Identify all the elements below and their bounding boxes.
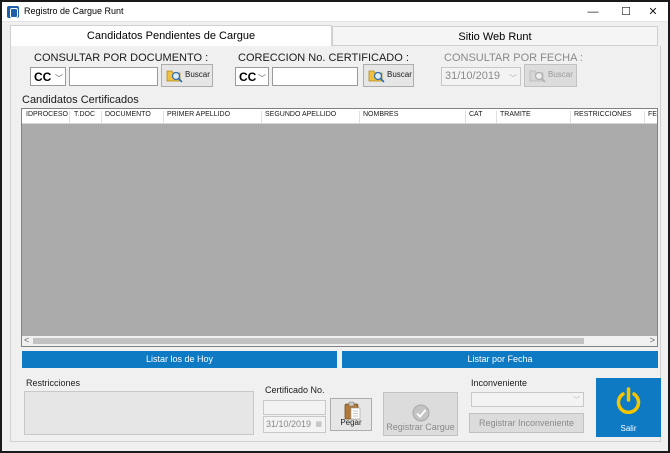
tab-panel: CONSULTAR POR DOCUMENTO : CC ﹀ Buscar CO… xyxy=(10,46,661,442)
buscar-label: Buscar xyxy=(185,70,210,79)
check-circle-icon xyxy=(412,404,430,422)
certificado-input[interactable] xyxy=(272,67,358,86)
calendar-icon: ▦ xyxy=(315,421,322,428)
pegar-button[interactable]: Pegar xyxy=(330,398,372,431)
registrar-inconveniente-button[interactable]: Registrar Inconveniente xyxy=(469,413,584,433)
col-restricciones[interactable]: RESTRICCIONES xyxy=(572,111,645,123)
pegar-label: Pegar xyxy=(340,418,362,427)
fecha-picker[interactable]: 31/10/2019 ﹀ xyxy=(441,67,521,86)
scroll-left-icon[interactable]: < xyxy=(24,335,29,345)
col-fec[interactable]: FEC xyxy=(646,111,657,123)
inconveniente-select[interactable]: ﹀ xyxy=(471,392,584,407)
magnifier-folder-icon xyxy=(368,70,385,83)
minimize-button[interactable]: — xyxy=(578,2,608,22)
chevron-down-icon: ﹀ xyxy=(573,397,580,404)
listar-hoy-button[interactable]: Listar los de Hoy xyxy=(22,351,337,368)
candidatos-grid[interactable]: IDPROCESO T.DOC DOCUMENTO PRIMER APELLID… xyxy=(21,108,658,347)
title-bar: Registro de Cargue Runt — ☐ ✕ xyxy=(2,2,668,22)
correccion-doc-type-select[interactable]: CC ﹀ xyxy=(235,67,269,86)
documento-input[interactable] xyxy=(69,67,158,86)
col-segundo-apellido[interactable]: SEGUNDO APELLIDO xyxy=(263,111,360,123)
scroll-thumb[interactable] xyxy=(33,338,584,344)
chevron-down-icon: ﹀ xyxy=(55,74,63,83)
col-nombres[interactable]: NOMBRES xyxy=(361,111,466,123)
salir-label: Salir xyxy=(620,424,637,433)
app-icon xyxy=(7,6,19,18)
col-primer-apellido[interactable]: PRIMER APELLIDO xyxy=(165,111,262,123)
certificado-date-picker[interactable]: 31/10/2019 ▦ xyxy=(263,416,326,433)
close-button[interactable]: ✕ xyxy=(638,2,668,22)
restricciones-box xyxy=(24,391,254,435)
maximize-button[interactable]: ☐ xyxy=(611,2,641,22)
correccion-label: CORECCION No. CERTIFICADO : xyxy=(238,52,409,64)
correccion-doc-type-value: CC xyxy=(239,70,257,84)
buscar-label: Buscar xyxy=(387,70,412,79)
buscar-label: Buscar xyxy=(548,70,573,79)
consultar-fecha-label: CONSULTAR POR FECHA : xyxy=(444,52,583,64)
buscar-fecha-button[interactable]: Buscar xyxy=(524,64,577,87)
col-idproceso[interactable]: IDPROCESO xyxy=(24,111,70,123)
power-icon xyxy=(616,387,641,414)
certificado-number-input[interactable] xyxy=(263,400,326,415)
col-documento[interactable]: DOCUMENTO xyxy=(103,111,164,123)
restricciones-label: Restricciones xyxy=(26,378,81,388)
col-tdoc[interactable]: T.DOC xyxy=(72,111,102,123)
scroll-right-icon[interactable]: > xyxy=(650,335,655,345)
magnifier-folder-icon xyxy=(529,70,546,83)
grid-title: Candidatos Certificados xyxy=(22,94,139,106)
buscar-correccion-button[interactable]: Buscar xyxy=(363,64,414,87)
col-cat[interactable]: CAT xyxy=(467,111,497,123)
salir-button[interactable]: Salir xyxy=(596,378,661,437)
col-tramite[interactable]: TRAMITE xyxy=(498,111,571,123)
grid-header: IDPROCESO T.DOC DOCUMENTO PRIMER APELLID… xyxy=(22,109,657,124)
tab-candidatos-pendientes[interactable]: Candidatos Pendientes de Cargue xyxy=(10,25,332,46)
certificado-date-value: 31/10/2019 xyxy=(266,419,312,429)
tab-sitio-web-runt[interactable]: Sitio Web Runt xyxy=(332,26,658,46)
certificado-label: Certificado No. xyxy=(265,385,325,395)
window-title: Registro de Cargue Runt xyxy=(24,6,124,16)
consultar-documento-label: CONSULTAR POR DOCUMENTO : xyxy=(34,52,209,64)
registrar-cargue-button[interactable]: Registrar Cargue xyxy=(383,392,458,436)
tab-strip: Candidatos Pendientes de Cargue Sitio We… xyxy=(2,22,668,46)
doc-type-select[interactable]: CC ﹀ xyxy=(30,67,66,86)
doc-type-value: CC xyxy=(34,70,52,84)
grid-horizontal-scrollbar[interactable]: < > xyxy=(22,335,657,346)
listar-fecha-button[interactable]: Listar por Fecha xyxy=(342,351,658,368)
chevron-down-icon: ﹀ xyxy=(509,74,517,83)
app-window: Registro de Cargue Runt — ☐ ✕ Candidatos… xyxy=(0,0,670,453)
magnifier-folder-icon xyxy=(166,70,183,83)
chevron-down-icon: ﹀ xyxy=(258,74,266,83)
registrar-cargue-label: Registrar Cargue xyxy=(386,422,455,432)
inconveniente-label: Inconveniente xyxy=(471,378,528,388)
fecha-value: 31/10/2019 xyxy=(445,70,501,82)
buscar-documento-button[interactable]: Buscar xyxy=(161,64,213,87)
